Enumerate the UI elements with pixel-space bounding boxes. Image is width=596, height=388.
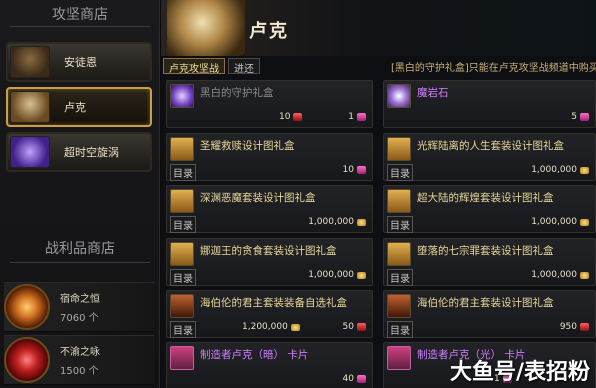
main-panel: 卢克 卢克攻坚战 进还 [黑白的守护礼盒]只能在卢克攻坚战频道中购买 黑白的守护…	[161, 0, 596, 388]
item-card[interactable]: 制造者卢克（暗） 卡片 40	[166, 342, 373, 388]
shop-tab-label: 安徒恩	[64, 56, 97, 69]
item-name: 黑白的守护礼盒	[200, 87, 274, 99]
catalog-button[interactable]: 目录	[387, 321, 413, 338]
destiny-orb-icon	[4, 284, 50, 330]
shop-tab-anton[interactable]: 安徒恩	[6, 42, 152, 82]
shop-tab-luke[interactable]: 卢克	[6, 87, 152, 127]
attack-shop-title: 攻坚商店	[52, 7, 108, 23]
catalog-button[interactable]: 目录	[170, 269, 196, 286]
constant-orb-icon	[4, 337, 50, 383]
item-name: 超大陆的辉煌套装设计图礼盒	[417, 192, 554, 204]
gift-box-icon	[387, 137, 411, 161]
item-name: 制造者卢克（暗） 卡片	[200, 349, 309, 361]
armor-box-icon	[387, 294, 411, 318]
item-name: 深渊恶魔套装设计图礼盒	[200, 192, 316, 204]
loot-item-constant[interactable]: 不渝之咏 1500 个	[4, 335, 154, 385]
item-card[interactable]: 光辉陆离的人生套装设计图礼盒 目录 1,000,000	[383, 133, 596, 181]
catalog-button[interactable]: 目录	[170, 321, 196, 338]
shop-tab-label: 卢克	[64, 101, 86, 114]
catalog-button[interactable]: 目录	[387, 164, 413, 181]
catalog-button[interactable]: 目录	[387, 269, 413, 286]
luke-hero-portrait-icon	[167, 0, 245, 56]
item-card[interactable]: 海伯伦的君主套装装备自选礼盒 目录 1,200,000 50	[166, 290, 373, 338]
loot-name: 宿命之恒	[60, 294, 100, 305]
purchase-notice: [黑白的守护礼盒]只能在卢克攻坚战频道中购买	[391, 63, 596, 74]
item-name: 海伯伦的君主套装设计图礼盒	[417, 297, 554, 309]
tab-luke-raid[interactable]: 卢克攻坚战	[163, 58, 225, 75]
gift-box-icon	[170, 84, 194, 108]
item-price: 1,000,000	[531, 165, 589, 175]
item-price: 5	[571, 112, 589, 122]
catalog-button[interactable]: 目录	[170, 216, 196, 233]
divider	[10, 262, 150, 263]
item-price: 1,000,000	[308, 217, 366, 227]
armor-box-icon	[170, 294, 194, 318]
item-name: 魔岩石	[417, 87, 449, 99]
tab-return[interactable]: 进还	[228, 58, 260, 75]
divider	[10, 26, 150, 27]
gift-box-icon	[387, 189, 411, 213]
anton-portrait-icon	[10, 46, 50, 78]
gift-box-icon	[170, 137, 194, 161]
item-name: 海伯伦的君主套装装备自选礼盒	[200, 297, 347, 309]
item-name: 圣耀救赎设计图礼盒	[200, 140, 295, 152]
gift-box-icon	[170, 189, 194, 213]
gift-box-icon	[387, 242, 411, 266]
item-price: 10	[343, 165, 366, 175]
shop-window: 攻坚商店 安徒恩 卢克 超时空旋涡 战利品商店 宿命之恒 7060 个 不渝之咏	[0, 0, 596, 388]
item-card[interactable]: 魔岩石 5	[383, 80, 596, 128]
item-price: 1,000,000	[531, 270, 589, 280]
item-card[interactable]: 圣耀救赎设计图礼盒 目录 10	[166, 133, 373, 181]
luke-portrait-icon	[10, 91, 50, 123]
card-icon	[170, 346, 194, 370]
vortex-portrait-icon	[10, 136, 50, 168]
item-card[interactable]: 黑白的守护礼盒 10 1	[166, 80, 373, 128]
item-price-left: 1,200,000	[242, 322, 300, 332]
item-card[interactable]: 娜迦王的贪食套装设计图礼盒 目录 1,000,000	[166, 238, 373, 286]
loot-count: 7060 个	[60, 313, 99, 324]
shop-tab-vortex[interactable]: 超时空旋涡	[6, 132, 152, 172]
item-price: 1	[348, 112, 366, 122]
gift-box-icon	[170, 242, 194, 266]
item-price: 1,000,000	[531, 217, 589, 227]
loot-item-destiny[interactable]: 宿命之恒 7060 个	[4, 282, 154, 332]
item-card[interactable]: 超大陆的辉煌套装设计图礼盒 目录 1,000,000	[383, 185, 596, 233]
item-price: 950	[560, 322, 589, 332]
item-name: 光辉陆离的人生套装设计图礼盒	[417, 140, 564, 152]
hero-header: 卢克	[161, 0, 596, 56]
card-icon	[387, 346, 411, 370]
sidebar: 攻坚商店 安徒恩 卢克 超时空旋涡 战利品商店 宿命之恒 7060 个 不渝之咏	[0, 0, 160, 388]
loot-name: 不渝之咏	[60, 347, 100, 358]
item-name: 娜迦王的贪食套装设计图礼盒	[200, 245, 337, 257]
loot-count: 1500 个	[60, 366, 99, 377]
loot-shop-title: 战利品商店	[45, 241, 115, 257]
item-price: 1,000,000	[308, 270, 366, 280]
item-price-left: 10	[279, 112, 303, 122]
tab-bar: 卢克攻坚战 进还	[163, 58, 263, 75]
item-card[interactable]: 海伯伦的君主套装设计图礼盒 目录 950	[383, 290, 596, 338]
item-name: 堕落的七宗罪套装设计图礼盒	[417, 245, 554, 257]
hero-name: 卢克	[249, 21, 289, 42]
magic-stone-icon	[387, 84, 411, 108]
item-price: 50	[343, 322, 366, 332]
catalog-button[interactable]: 目录	[170, 164, 196, 181]
item-price: 40	[343, 374, 366, 384]
item-card[interactable]: 深渊恶魔套装设计图礼盒 目录 1,000,000	[166, 185, 373, 233]
catalog-button[interactable]: 目录	[387, 216, 413, 233]
watermark: 大鱼号/表招粉	[449, 360, 590, 385]
shop-tab-label: 超时空旋涡	[64, 146, 119, 159]
item-card[interactable]: 堕落的七宗罪套装设计图礼盒 目录 1,000,000	[383, 238, 596, 286]
